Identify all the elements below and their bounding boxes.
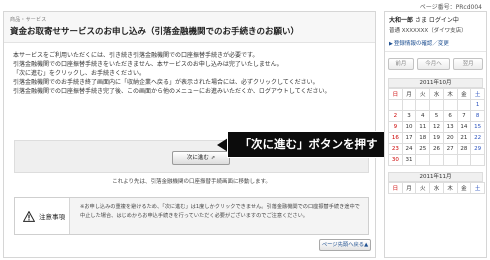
calendar-day: 14 — [456, 121, 472, 133]
calendar-day — [415, 154, 431, 166]
calendar-day: 17 — [401, 132, 417, 144]
calendar-day: 29 — [470, 143, 485, 155]
instructions: 本サービスをご利用いただくには、引き続き引落金融機関での口座振替手続きが必要です… — [4, 43, 375, 96]
calendar-day: 6 — [442, 110, 458, 122]
weekday-header: 金 — [456, 88, 472, 100]
calendar-day: 27 — [442, 143, 458, 155]
calendar-day: 20 — [442, 132, 458, 144]
calendar-navigation: 前月 今月へ 翌月 — [385, 52, 486, 70]
current-month-button[interactable]: 今月へ — [416, 58, 451, 70]
calendar-day — [456, 99, 472, 111]
paragraph-group-1: 本サービスをご利用いただくには、引き続き引落金融機関での口座振替手続きが必要です… — [13, 51, 366, 60]
calendar-day: 19 — [429, 132, 444, 144]
user-name: 大和一郎 — [389, 17, 414, 24]
weekday-header: 水 — [429, 88, 444, 100]
weekday-header: 木 — [442, 182, 458, 194]
calendar-month-title: 2011年10月 — [388, 78, 483, 88]
user-info: 大和一郎 さま ログイン中 普通 XXXXXXX（ダイワ支店） ▶登録情報の確認… — [385, 12, 486, 52]
user-greeting: 大和一郎 さま ログイン中 — [389, 15, 482, 24]
calendar-day — [456, 154, 472, 166]
calendar-day: 3 — [401, 110, 417, 122]
weekday-header: 火 — [415, 182, 431, 194]
weekday-header: 木 — [442, 88, 458, 100]
external-link-icon: ⇗ — [210, 155, 216, 161]
weekday-header: 日 — [388, 88, 403, 100]
page-title: 資金お取寄せサービスのお申し込み（引落金融機関でのお手続きのお願い） — [10, 27, 300, 37]
calendar-day — [442, 154, 458, 166]
calendar-day: 1 — [470, 99, 485, 111]
back-to-top-label: ページ先頭へ戻る — [321, 242, 365, 248]
weekday-header: 土 — [470, 182, 485, 194]
calendar-october: 日 月 火 水 木 金 土 1 2 3 4 5 6 7 8 9 10 11 12… — [388, 88, 485, 166]
calendar-day: 23 — [388, 143, 403, 155]
warning-icon — [23, 210, 35, 222]
calendar-day: 5 — [429, 110, 444, 122]
calendar-day — [429, 99, 444, 111]
calendar-day: 25 — [415, 143, 431, 155]
weekday-header: 月 — [401, 182, 417, 194]
arrow-right-icon: ▶ — [389, 41, 393, 47]
calendar-day: 13 — [442, 121, 458, 133]
sidebar: 大和一郎 さま ログイン中 普通 XXXXXXX（ダイワ支店） ▶登録情報の確認… — [384, 11, 487, 258]
caution-heading: 注意事項 — [15, 198, 70, 234]
calendar-day: 31 — [401, 154, 417, 166]
instruction-text: 引落金融機関でのお手続き終了画面内に「収納企業へ戻る」が表示された場合には、必ず… — [13, 79, 319, 86]
page-header: 商品・サービス 資金お取寄せサービスのお申し込み（引落金融機関でのお手続きのお願… — [4, 12, 375, 43]
weekday-header: 火 — [415, 88, 431, 100]
calendar-day: 4 — [415, 110, 431, 122]
calendar-day — [442, 99, 458, 111]
caution-text: ※お申し込みの重複を避けるため、「次に進む」は1度しかクリックできません。引落金… — [80, 204, 360, 219]
calendar-day: 2 — [388, 110, 403, 122]
calendar-day: 26 — [429, 143, 444, 155]
prev-month-button[interactable]: 前月 — [388, 58, 414, 70]
instruction-text: 引落金融機関での口座振替手続き完了後、この画面から他のメニューにお進みいただくか… — [13, 88, 331, 95]
calendar-day: 8 — [470, 110, 485, 122]
weekday-header: 日 — [388, 182, 403, 194]
calendar-day: 11 — [415, 121, 431, 133]
instruction-text: 引落金融機関での口座振替手続きをいただきません、本サービスのお申し込みは完了いた… — [13, 61, 283, 68]
login-status: さま ログイン中 — [414, 17, 459, 24]
calendar-day: 22 — [470, 132, 485, 144]
calendar-day: 10 — [401, 121, 417, 133]
caution-box: 注意事項 ※お申し込みの重複を避けるため、「次に進む」は1度しかクリックできませ… — [14, 197, 369, 235]
instruction-text: 本サービスをご利用いただくには、引き続き引落金融機関での口座振替手続きが必要です… — [13, 52, 259, 59]
back-to-top-button[interactable]: ページ先頭へ戻る▲ — [319, 239, 371, 251]
calendar-day — [401, 99, 417, 111]
calendar-day: 30 — [388, 154, 403, 166]
account-info: 普通 XXXXXXX（ダイワ支店） — [389, 28, 467, 34]
calendar-day: 7 — [456, 110, 472, 122]
page-number: ページ番号：PRcd004 — [419, 4, 482, 11]
instruction-text: 「次に進む」をクリックし、お手続きください。 — [13, 70, 146, 77]
transition-note: これより先は、引落金融機関の口座振替手続画面に移動します。 — [112, 179, 271, 185]
calendar-day — [429, 154, 444, 166]
calendar-day — [388, 99, 403, 111]
calendar-november: 日 月 火 水 木 金 土 — [388, 182, 485, 194]
calendar-day: 12 — [429, 121, 444, 133]
category-label: 商品・サービス — [10, 17, 47, 23]
registration-link-label: 登録情報の確認／変更 — [393, 41, 449, 47]
calendar-day: 28 — [456, 143, 472, 155]
weekday-header: 月 — [401, 88, 417, 100]
weekday-header: 金 — [456, 182, 472, 194]
weekday-header: 土 — [470, 88, 485, 100]
calendar-day: 15 — [470, 121, 485, 133]
calendar-day — [470, 154, 485, 166]
next-button-label: 次に進む — [186, 155, 209, 161]
weekday-header: 水 — [429, 182, 444, 194]
calendar-day: 24 — [401, 143, 417, 155]
calendar-day — [415, 99, 431, 111]
up-arrow-icon: ▲ — [364, 242, 369, 248]
caution-label: 注意事項 — [39, 213, 65, 221]
next-button[interactable]: 次に進む ⇗ — [172, 151, 230, 165]
calendar-day: 21 — [456, 132, 472, 144]
calendar-month-title: 2011年11月 — [388, 172, 483, 182]
calendar-day: 9 — [388, 121, 403, 133]
callout-annotation: 「次に進む」ボタンを押す — [227, 131, 390, 158]
calendar-day: 18 — [415, 132, 431, 144]
calendar-day: 16 — [388, 132, 403, 144]
next-month-button[interactable]: 翌月 — [453, 58, 484, 70]
registration-link[interactable]: ▶登録情報の確認／変更 — [389, 39, 482, 47]
